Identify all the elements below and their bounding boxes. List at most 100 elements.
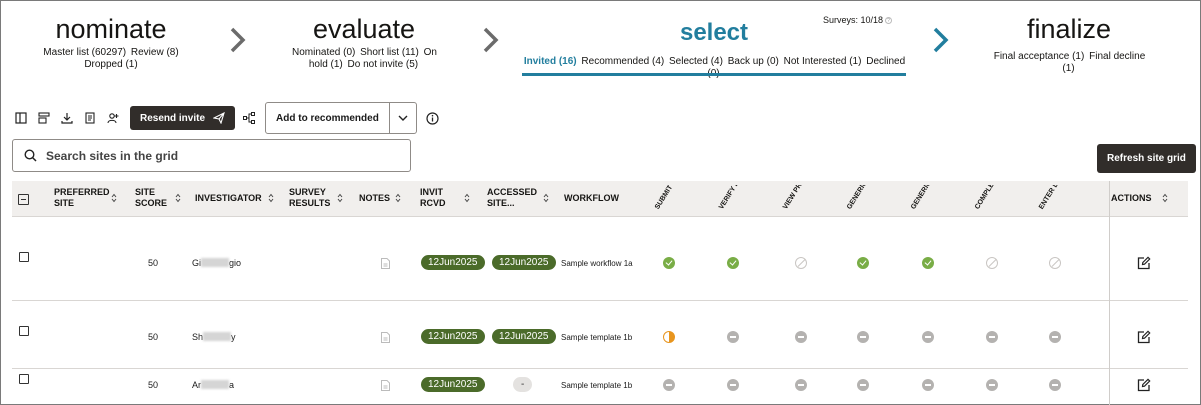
minus-circle-icon[interactable]: [727, 379, 739, 391]
minus-circle-icon[interactable]: [795, 331, 807, 343]
investigator-name[interactable]: Gi gio: [192, 258, 241, 268]
stage-links-nominate: Master list (60297) Review (8) Dropped (…: [23, 47, 199, 71]
sort-icon[interactable]: [175, 193, 181, 203]
select-all-checkbox[interactable]: [18, 194, 29, 205]
accessed-date-badge: 12Jun2025: [492, 329, 556, 344]
help-icon[interactable]: ?: [885, 17, 893, 24]
stage-navigation: nominate Master list (60297) Review (8) …: [1, 1, 1200, 91]
surveys-count: Surveys: 10/18?: [823, 15, 893, 25]
search-input[interactable]: Search sites in the grid: [12, 139, 411, 172]
minus-circle-icon[interactable]: [1049, 379, 1061, 391]
accessed-date-badge: 12Jun2025: [492, 255, 556, 270]
workflow-name: Sample template 1b: [561, 381, 633, 390]
sort-icon[interactable]: [395, 193, 401, 203]
col-complete-feasibility[interactable]: COMPLETE FEASIBILI...: [972, 185, 1012, 215]
sort-icon[interactable]: [111, 193, 117, 203]
sort-icon[interactable]: [1162, 193, 1168, 203]
link-invited[interactable]: Invited (16): [524, 56, 577, 67]
filter-layout-icon[interactable]: [38, 112, 50, 124]
columns-icon[interactable]: [15, 112, 27, 124]
minus-circle-icon[interactable]: [1049, 331, 1061, 343]
table-row[interactable]: 50 Ar a 12Jun2025 - Sample template 1b: [12, 369, 1188, 405]
sort-icon[interactable]: [543, 193, 549, 203]
investigator-name[interactable]: Ar a: [192, 380, 234, 390]
col-enter-date[interactable]: ENTER DATE...: [1036, 185, 1076, 215]
minus-circle-icon[interactable]: [857, 331, 869, 343]
minus-circle-icon[interactable]: [922, 331, 934, 343]
col-site-score[interactable]: SITE SCORE: [135, 187, 171, 209]
download-icon[interactable]: [61, 112, 73, 124]
minus-circle-icon[interactable]: [986, 379, 998, 391]
col-view-protocol[interactable]: VIEW PROTOCOL: [780, 185, 820, 215]
row-checkbox[interactable]: [19, 252, 29, 262]
chevron-down-icon[interactable]: [390, 103, 416, 133]
check-circle-icon[interactable]: [663, 257, 675, 269]
sort-icon[interactable]: [464, 193, 470, 203]
minus-circle-icon[interactable]: [663, 379, 675, 391]
notes-icon[interactable]: [381, 332, 390, 343]
link-do-not-invite[interactable]: Do not invite (5): [348, 59, 419, 70]
table-row[interactable]: 50 Sh y 12Jun2025 12Jun2025 Sample template 1…: [12, 301, 1188, 369]
not-applicable-icon[interactable]: [986, 257, 998, 269]
partial-circle-icon[interactable]: [663, 331, 675, 343]
link-selected[interactable]: Selected (4): [669, 56, 723, 67]
minus-circle-icon[interactable]: [922, 379, 934, 391]
check-circle-icon[interactable]: [922, 257, 934, 269]
link-back-up[interactable]: Back up (0): [728, 56, 779, 67]
investigator-name[interactable]: Sh y: [192, 332, 236, 342]
add-to-recommended-button[interactable]: Add to recommended: [266, 103, 390, 133]
minus-circle-icon[interactable]: [795, 379, 807, 391]
check-circle-icon[interactable]: [857, 257, 869, 269]
workflow-icon[interactable]: [243, 112, 256, 124]
link-final-acceptance[interactable]: Final acceptance (1): [994, 51, 1085, 62]
sort-icon[interactable]: [268, 193, 274, 203]
edit-icon[interactable]: [1137, 256, 1151, 270]
edit-icon[interactable]: [1137, 330, 1151, 344]
stage-finalize[interactable]: finalize Final acceptance (1) Final decl…: [986, 1, 1152, 75]
col-actions[interactable]: ACTIONS: [1111, 193, 1152, 204]
not-applicable-icon[interactable]: [1049, 257, 1061, 269]
link-nominated[interactable]: Nominated (0): [292, 47, 355, 58]
link-recommended[interactable]: Recommended (4): [581, 56, 664, 67]
link-review[interactable]: Review (8): [131, 47, 179, 58]
resend-invite-button[interactable]: Resend invite: [130, 106, 236, 130]
minus-circle-icon[interactable]: [857, 379, 869, 391]
col-preferred-site[interactable]: PREFERRED SITE: [54, 187, 114, 209]
report-icon[interactable]: [84, 112, 96, 124]
sort-icon[interactable]: [337, 193, 343, 203]
link-short-list[interactable]: Short list (11): [360, 47, 419, 58]
col-verify-participation[interactable]: VERIFY PARTICIPATI...: [716, 185, 756, 215]
col-invit-rcvd[interactable]: INVIT RCVD: [420, 187, 450, 209]
link-not-interested[interactable]: Not Interested (1): [784, 56, 862, 67]
edit-icon[interactable]: [1137, 378, 1151, 392]
refresh-site-grid-button[interactable]: Refresh site grid: [1097, 144, 1196, 173]
row-checkbox[interactable]: [19, 374, 29, 384]
check-circle-icon[interactable]: [727, 257, 739, 269]
col-preferred-label: PREFERRED SITE: [54, 187, 110, 208]
notes-icon[interactable]: [381, 380, 390, 391]
col-survey-results[interactable]: SURVEY RESULTS: [289, 187, 333, 209]
notes-icon[interactable]: [381, 258, 390, 269]
link-master-list[interactable]: Master list (60297): [43, 47, 126, 58]
add-user-icon[interactable]: [107, 112, 119, 124]
col-generic-document-1[interactable]: GENERIC DOCUME...: [844, 185, 884, 215]
workflow-name: Sample template 1b: [561, 333, 633, 342]
col-investigator[interactable]: INVESTIGATOR: [195, 193, 262, 204]
stage-evaluate[interactable]: evaluate Nominated (0) Short list (11) O…: [283, 1, 445, 71]
minus-circle-icon[interactable]: [986, 331, 998, 343]
link-dropped[interactable]: Dropped (1): [84, 59, 137, 70]
row-checkbox[interactable]: [19, 326, 29, 336]
col-workflow[interactable]: WORKFLOW: [564, 193, 619, 204]
col-generic-document-2[interactable]: GENERIC DOCUME...: [908, 185, 948, 215]
not-applicable-icon[interactable]: [795, 257, 807, 269]
col-accessed-site[interactable]: ACCESSED SITE...: [487, 187, 539, 209]
redacted-name: [201, 380, 229, 389]
stage-nominate[interactable]: nominate Master list (60297) Review (8) …: [23, 1, 199, 71]
col-submit-cda[interactable]: SUBMIT CDA...: [652, 185, 692, 215]
minus-circle-icon[interactable]: [727, 331, 739, 343]
info-icon[interactable]: [426, 111, 439, 125]
investigator-name-start: Sh: [192, 332, 204, 342]
stage-select[interactable]: select Invited (16) Recommended (4) Sele…: [522, 1, 906, 79]
col-notes[interactable]: NOTES: [359, 193, 390, 204]
table-row[interactable]: 50 Gi gio 12Jun2025 12Jun2025 Sample workflow…: [12, 217, 1188, 301]
